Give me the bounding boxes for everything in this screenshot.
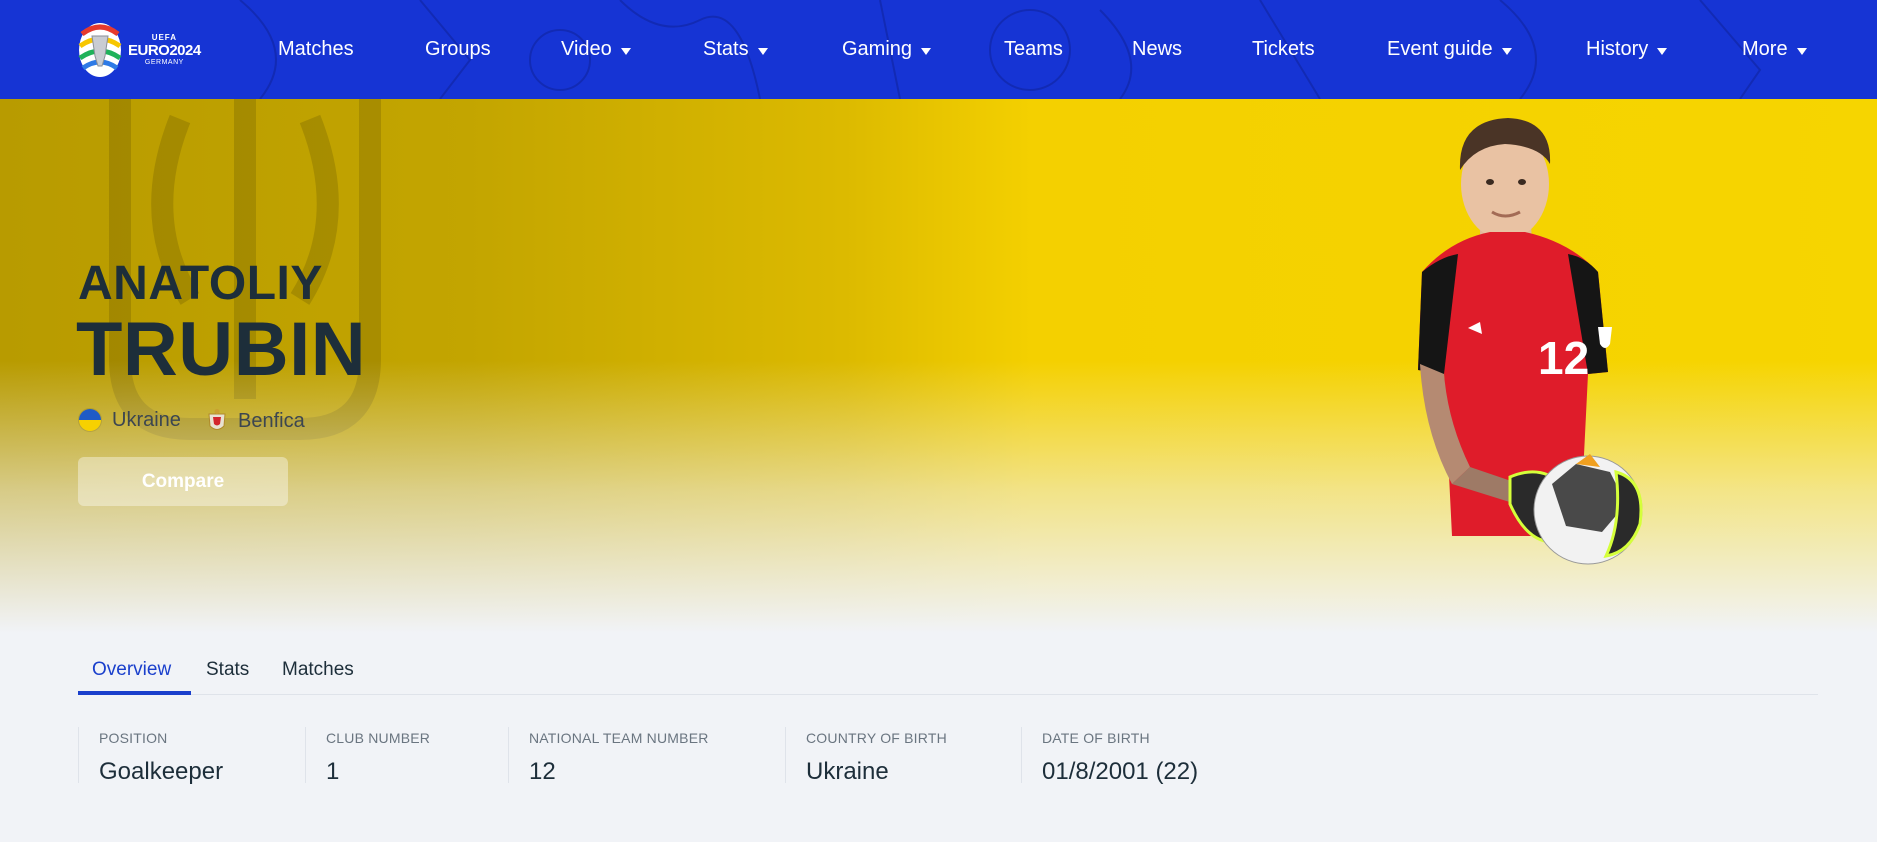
info-label: CLUB NUMBER — [326, 730, 431, 746]
nav-matches-label: Matches — [278, 38, 354, 60]
top-navigation-bar: UEFA EURO2024 GERMANY Matches Groups Vid… — [0, 0, 1877, 99]
info-date-of-birth: DATE OF BIRTH 01/8/2001 (22) — [1021, 727, 1199, 785]
logo-uefa-text: UEFA — [151, 33, 178, 42]
chevron-down-icon — [757, 47, 768, 55]
nav-history-label: History — [1586, 38, 1649, 60]
nav-tickets[interactable]: Tickets — [1252, 0, 1315, 99]
nav-groups[interactable]: Groups — [425, 0, 491, 99]
info-national-team-number: NATIONAL TEAM NUMBER 12 — [508, 727, 709, 785]
info-label: POSITION — [99, 730, 168, 746]
chevron-down-icon — [1796, 47, 1807, 55]
nav-gaming-label: Gaming — [842, 38, 913, 60]
player-first-name: ANATOLIY — [78, 257, 323, 310]
nav-video[interactable]: Video — [561, 0, 631, 99]
player-country: Ukraine — [112, 408, 181, 431]
info-value: 1 — [326, 758, 340, 785]
nav-event-guide[interactable]: Event guide — [1387, 0, 1512, 99]
logo-host-text: GERMANY — [144, 59, 184, 66]
compare-button[interactable]: Compare — [78, 457, 288, 506]
info-value: 12 — [529, 758, 556, 785]
nav-groups-label: Groups — [425, 38, 491, 60]
info-value: Ukraine — [806, 758, 889, 785]
player-tabs: Overview Stats Matches — [78, 644, 1818, 695]
euro2024-trophy-icon — [78, 23, 122, 77]
shirt-number: 12 — [1538, 332, 1589, 384]
nav-teams-label: Teams — [1004, 38, 1063, 60]
nav-news-label: News — [1132, 38, 1183, 60]
info-club-number: CLUB NUMBER 1 — [305, 727, 431, 785]
nav-news[interactable]: News — [1132, 0, 1182, 99]
nav-stats[interactable]: Stats — [703, 0, 768, 99]
tab-overview[interactable]: Overview — [92, 644, 171, 695]
chevron-down-icon — [1657, 47, 1668, 55]
nav-stats-label: Stats — [703, 38, 749, 60]
player-club: Benfica — [238, 409, 305, 432]
info-position: POSITION Goalkeeper — [78, 727, 224, 785]
info-country-of-birth: COUNTRY OF BIRTH Ukraine — [785, 727, 947, 785]
nav-gaming[interactable]: Gaming — [842, 0, 932, 99]
tab-matches[interactable]: Matches — [282, 644, 354, 695]
player-club-link[interactable]: Benfica — [206, 408, 305, 434]
player-last-name: TRUBIN — [76, 307, 367, 392]
info-label: COUNTRY OF BIRTH — [806, 730, 947, 746]
nav-teams[interactable]: Teams — [1004, 0, 1063, 99]
player-photo: 12 — [1418, 118, 1643, 565]
info-value: 01/8/2001 (22) — [1042, 758, 1199, 785]
active-tab-indicator — [78, 691, 191, 695]
tab-stats[interactable]: Stats — [206, 644, 249, 695]
nav-event-guide-label: Event guide — [1387, 38, 1493, 60]
player-country-link[interactable]: Ukraine — [78, 408, 181, 432]
euro2024-logo[interactable]: UEFA EURO2024 GERMANY — [78, 22, 208, 78]
nav-tickets-label: Tickets — [1252, 38, 1315, 60]
info-label: NATIONAL TEAM NUMBER — [529, 730, 709, 746]
benfica-crest-icon — [208, 409, 226, 430]
chevron-down-icon — [1501, 47, 1512, 55]
nav-video-label: Video — [561, 38, 612, 60]
ukraine-flag-icon — [78, 408, 102, 432]
nav-more[interactable]: More — [1742, 0, 1807, 99]
nav-matches[interactable]: Matches — [278, 0, 354, 99]
nav-more-label: More — [1742, 38, 1788, 60]
chevron-down-icon — [921, 47, 932, 55]
logo-euro-text: EURO2024 — [128, 42, 201, 59]
chevron-down-icon — [620, 47, 631, 55]
info-value: Goalkeeper — [99, 758, 224, 785]
info-label: DATE OF BIRTH — [1042, 730, 1150, 746]
nav-history[interactable]: History — [1586, 0, 1668, 99]
